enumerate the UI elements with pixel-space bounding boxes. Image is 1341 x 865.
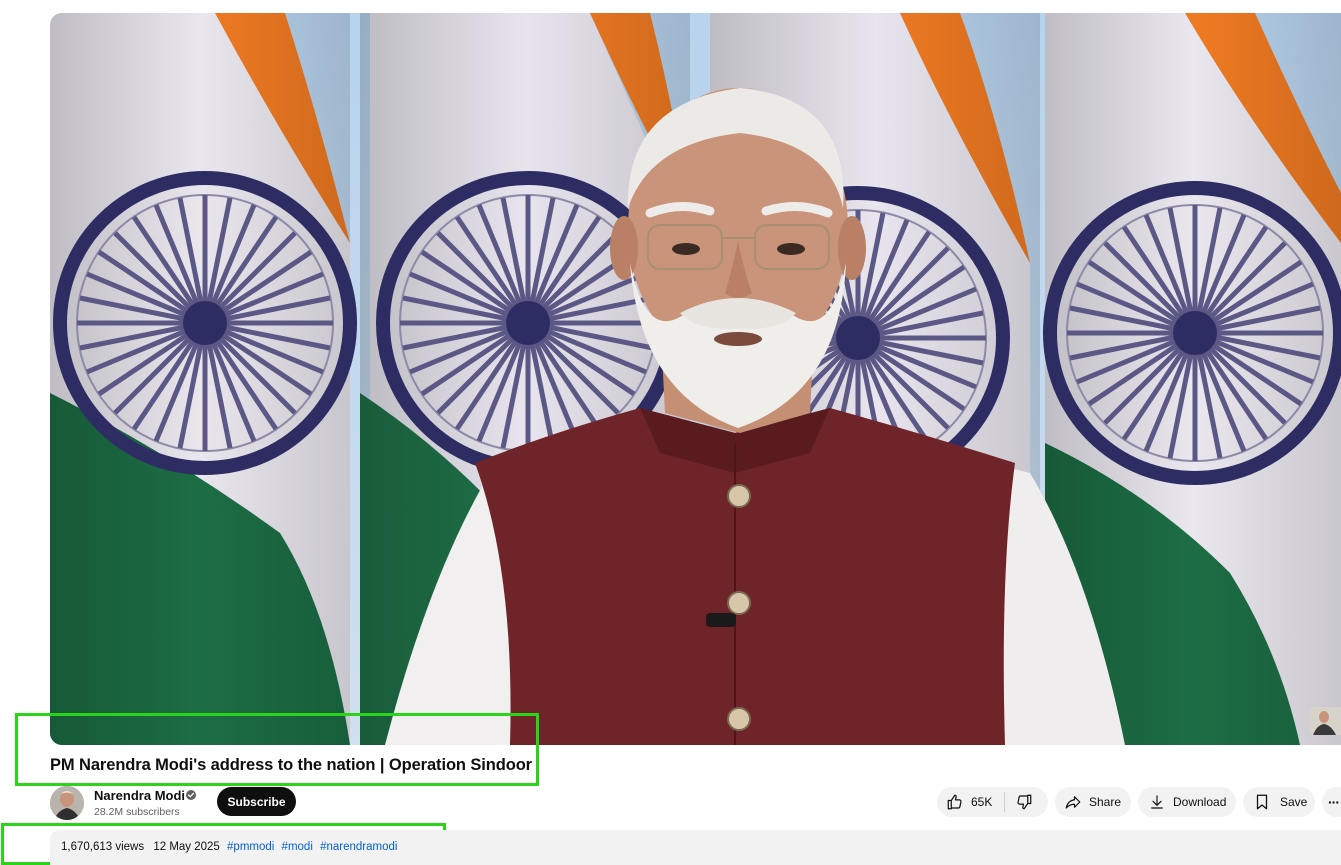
description-box[interactable]: 1,670,613 views 12 May 2025 #pmmodi #mod… [50,830,1341,865]
view-count: 1,670,613 views [61,841,145,853]
download-label: Download [1173,795,1227,809]
title-highlight-box [15,713,539,786]
video-title: PM Narendra Modi's address to the nation… [50,756,533,774]
save-icon [1256,794,1268,810]
like-count: 65K [971,795,993,809]
hashtag-link[interactable]: #modi [282,841,313,853]
save-button[interactable]: Save [1243,787,1315,817]
channel-watermark[interactable] [1309,707,1341,735]
share-button[interactable]: Share [1055,787,1131,817]
channel-avatar[interactable] [50,786,84,820]
share-icon [1065,796,1081,809]
download-button[interactable]: Download [1138,787,1236,817]
hashtag-link[interactable]: #pmmodi [227,841,274,853]
verified-icon [186,790,196,800]
video-frame [50,13,1341,745]
download-icon [1151,795,1163,809]
channel-name[interactable]: Narendra Modi [94,788,185,803]
hashtag-link[interactable]: #narendramodi [320,841,397,853]
save-label: Save [1280,795,1308,809]
like-icon [947,794,962,810]
dislike-button[interactable] [1005,787,1033,817]
dislike-icon [1017,794,1032,810]
upload-date: 12 May 2025 [153,841,220,853]
more-icon: ··· [1328,794,1340,810]
like-dislike-group: 65K [937,787,1048,817]
more-actions-button[interactable]: ··· [1322,787,1341,817]
share-label: Share [1089,795,1122,809]
subscriber-count: 28.2M subscribers [94,806,180,818]
subscribe-button[interactable]: Subscribe [217,787,296,816]
like-button[interactable]: 65K [937,787,1004,817]
description-meta: 1,670,613 views 12 May 2025 #pmmodi #mod… [61,841,397,853]
video-player[interactable] [50,13,1341,745]
